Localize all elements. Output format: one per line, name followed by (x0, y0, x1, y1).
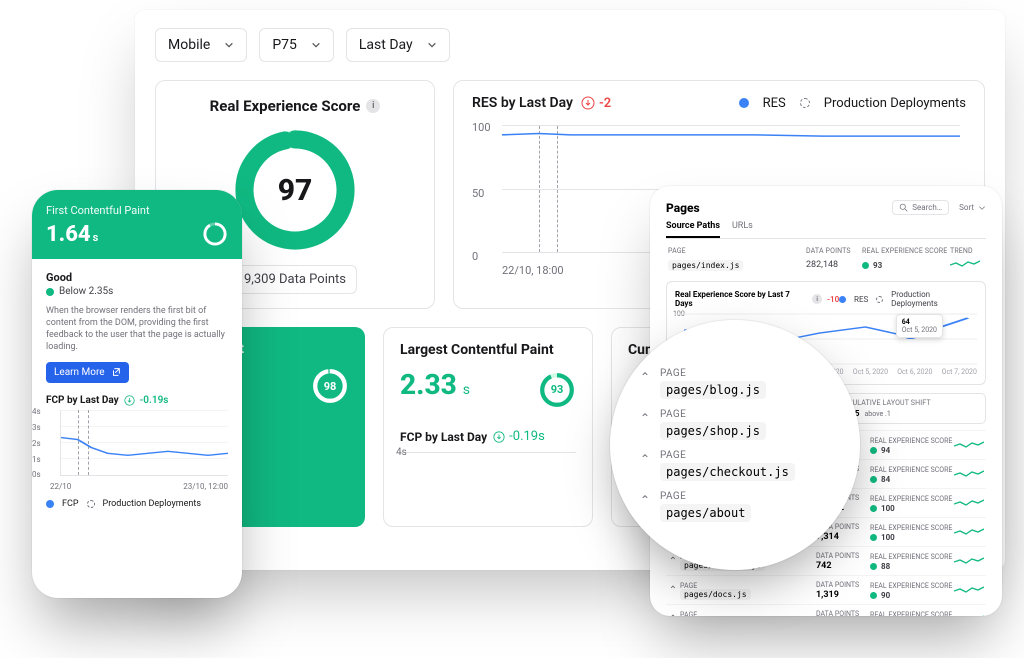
table-row[interactable]: pages/index.js 282,148 93 (666, 255, 986, 275)
chevron-down-icon (978, 204, 986, 212)
metric-score-ring: 98 (311, 367, 349, 405)
sparkline (954, 497, 984, 509)
legend-dot-deploy (800, 98, 810, 108)
filter-percentile-label: P75 (272, 37, 297, 53)
sparkline (954, 613, 984, 616)
table-header: PAGE DATA POINTS REAL EXPERIENCE SCORE T… (666, 247, 986, 255)
res-score-value: 97 (230, 125, 360, 255)
info-icon[interactable]: i (366, 99, 380, 113)
chevron-up-icon: ⌃ (640, 411, 652, 425)
table-row[interactable]: ⌃PAGEpages/docs.jsDATA POINTS1,319REAL E… (666, 575, 986, 604)
metric-delta: -0.19s (493, 429, 545, 444)
phone-chart-title: FCP by Last Day (46, 395, 119, 406)
metric-title: Largest Contentful Paint (400, 342, 576, 358)
status-dot-icon (862, 262, 869, 269)
arrow-down-icon (581, 96, 595, 110)
info-icon[interactable]: i (812, 294, 822, 304)
chevron-down-icon (224, 40, 234, 50)
metric-score-ring (202, 221, 228, 247)
metric-mini-chart: 4s (400, 452, 576, 492)
res-chart-delta: -2 (581, 96, 611, 111)
status-dot-icon (46, 288, 54, 296)
arrow-down-icon (124, 395, 135, 406)
sparkline (954, 439, 984, 451)
chevron-up-icon[interactable]: ⌃ (666, 614, 680, 617)
sparkline (954, 555, 984, 567)
filter-device-label: Mobile (168, 37, 210, 53)
y-axis-label: 100 (472, 121, 491, 134)
phone-fcp-chart[interactable] (60, 410, 228, 476)
legend-dot-deploy (87, 500, 95, 508)
metric-description: When the browser renders the first bit o… (46, 305, 228, 354)
phone-chart-legend: FCP Production Deployments (46, 499, 228, 509)
bubble-item[interactable]: ⌃PAGEpages/about (640, 491, 830, 522)
chevron-up-icon: ⌃ (640, 493, 652, 507)
legend-dot-res (739, 98, 749, 108)
legend-dot-fcp (46, 500, 54, 508)
pages-tabs: Source Paths URLs (666, 221, 986, 239)
datapoints-chip: 9,309 Data Points (233, 265, 357, 294)
phone-frame: First Contentful Paint 1.64s Good Below … (32, 190, 242, 598)
sort-select[interactable]: Sort (959, 203, 986, 212)
legend-dot-deploy (876, 296, 883, 303)
search-input[interactable]: Search… (892, 200, 949, 215)
metric-sub-title: FCP by Last Day (400, 430, 487, 444)
table-row[interactable]: ⌃PAGEpages/api.jsDATA POINTS1,721REAL EX… (666, 604, 986, 616)
filter-range-label: Last Day (359, 37, 413, 53)
phone-metric-title: First Contentful Paint (46, 204, 228, 217)
tab-source-paths[interactable]: Source Paths (666, 221, 720, 238)
legend-dot-res (839, 296, 846, 303)
chevron-up-icon: ⌃ (640, 370, 652, 384)
phone-header: First Contentful Paint 1.64s (32, 190, 242, 259)
pages-title: Pages (666, 201, 700, 215)
status-label: Good (46, 271, 228, 284)
sparkline (954, 526, 984, 538)
x-axis-label: 22/10, 18:00 (502, 264, 564, 277)
sparkline (950, 259, 980, 271)
filter-range[interactable]: Last Day (346, 28, 450, 62)
bubble-item[interactable]: ⌃PAGEpages/shop.js (640, 409, 830, 440)
tab-urls[interactable]: URLs (732, 221, 753, 238)
metric-score-ring: 93 (538, 371, 576, 409)
metric-lcp-card[interactable]: Largest Contentful Paint 2.33 s 93 FCP b… (383, 327, 593, 527)
metric-value: 2.33 (400, 368, 457, 401)
chevron-up-icon: ⌃ (640, 452, 652, 466)
res-chart-title: RES by Last Day (472, 95, 573, 111)
chevron-up-icon[interactable]: ⌃ (666, 556, 680, 567)
filter-percentile[interactable]: P75 (259, 28, 334, 62)
chevron-down-icon (311, 40, 321, 50)
chevron-up-icon[interactable]: ⌃ (666, 585, 680, 596)
legend-label-deploy: Production Deployments (824, 96, 966, 111)
res-chart-legend: RES Production Deployments (739, 96, 966, 111)
learn-more-button[interactable]: Learn More (46, 362, 129, 383)
chart-tooltip: 64 Oct 5, 2020 (896, 314, 943, 338)
sparkline (954, 584, 984, 596)
y-axis-label: 0 (472, 250, 478, 263)
bubble-item[interactable]: ⌃PAGEpages/checkout.js (640, 450, 830, 481)
arrow-down-icon (493, 431, 505, 443)
res-title: Real Experience Score (210, 97, 361, 115)
metric-unit: s (463, 382, 470, 398)
filter-bar: Mobile P75 Last Day (155, 28, 985, 62)
chevron-down-icon (427, 40, 437, 50)
res-score-ring: 97 (230, 125, 360, 255)
phone-metric-value: 1.64 (46, 222, 91, 247)
magnifier-overlay: ⌃PAGEpages/blog.js ⌃PAGEpages/shop.js ⌃PAG… (610, 320, 860, 570)
external-link-icon (111, 367, 121, 377)
sparkline (954, 468, 984, 480)
bubble-item[interactable]: ⌃PAGEpages/blog.js (640, 368, 830, 399)
y-axis-label: 50 (472, 187, 484, 200)
legend-label-res: RES (763, 96, 786, 111)
search-icon (899, 203, 908, 212)
filter-device[interactable]: Mobile (155, 28, 247, 62)
